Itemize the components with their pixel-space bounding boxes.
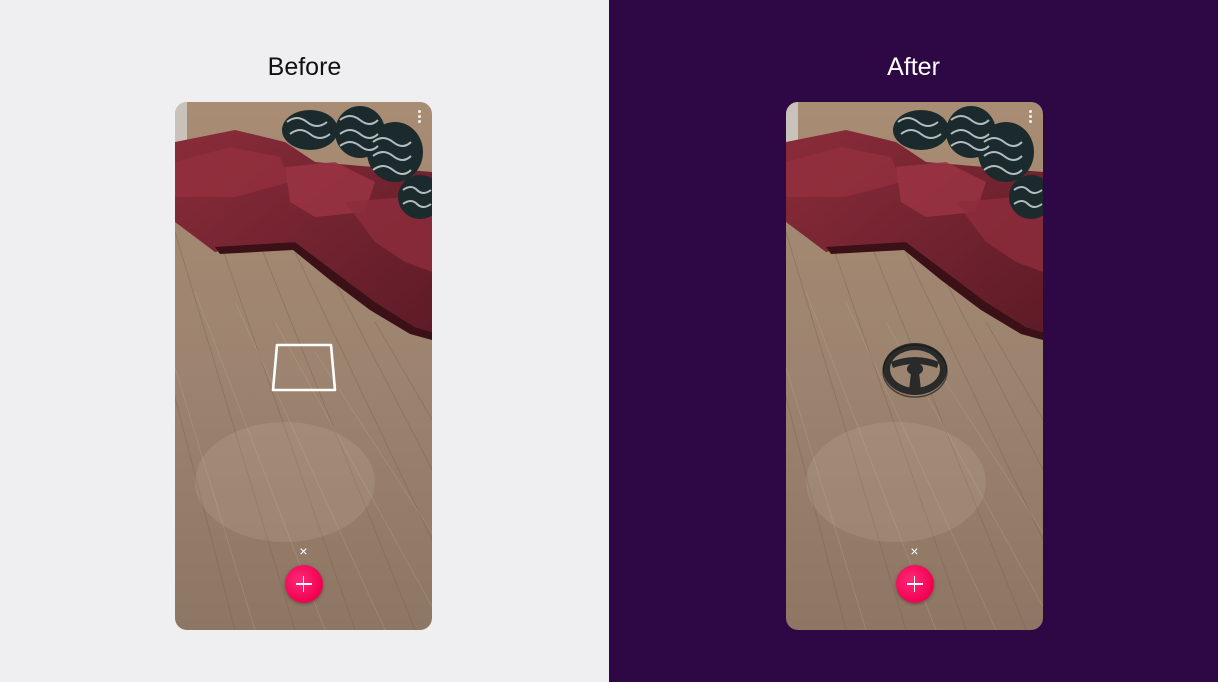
more-vertical-icon[interactable]	[417, 110, 421, 123]
before-panel: Before ×	[0, 0, 609, 682]
add-button[interactable]	[895, 565, 934, 603]
after-title: After	[887, 53, 940, 81]
placement-reticle-icon	[271, 343, 337, 392]
before-phone-screen: ×	[175, 102, 432, 630]
close-button[interactable]: ×	[906, 542, 924, 560]
before-title: Before	[267, 53, 342, 81]
more-vertical-icon[interactable]	[1028, 110, 1032, 123]
plus-icon	[285, 565, 323, 603]
after-phone-screen: ×	[786, 102, 1043, 630]
add-button[interactable]	[284, 565, 323, 603]
close-button[interactable]: ×	[295, 542, 313, 560]
plus-icon	[896, 565, 934, 603]
steering-wheel-icon[interactable]	[879, 338, 951, 398]
after-panel: After ×	[609, 0, 1218, 682]
